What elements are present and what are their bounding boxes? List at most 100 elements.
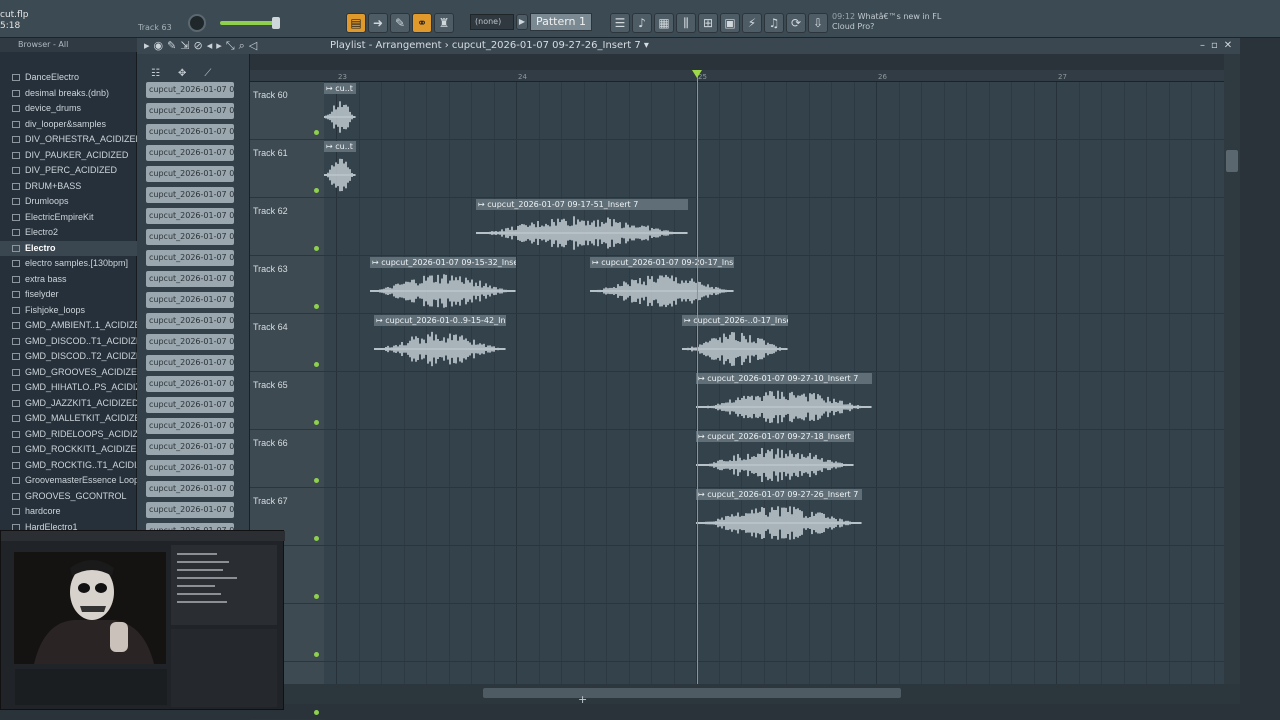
browser-item[interactable]: GMD_RIDELOOPS_ACIDIZED [0,427,137,443]
browser-item[interactable]: GMD_DISCOD..T1_ACIDIZED [0,334,137,350]
track-header[interactable]: Track 62 [250,198,324,256]
tempo-icon[interactable]: ♫ [764,13,784,33]
pattern-song-icon[interactable]: ▤ [346,13,366,33]
picker-clip[interactable]: cupcut_2026-01-07 09-1.. [146,376,234,392]
picker-clip[interactable]: cupcut_2026-01-07 09-1.. [146,355,234,371]
track-header[interactable]: Track 63 [250,256,324,314]
picker-clip[interactable]: cupcut_2026-01-07 09-0.. [146,271,234,287]
link-icon[interactable]: ⚭ [412,13,432,33]
browser-item[interactable]: DIV_ORHESTRA_ACIDIZED [0,132,137,148]
track-mute-indicator[interactable] [314,130,319,135]
browser-item[interactable]: GMD_AMBIENT..1_ACIDIZED [0,318,137,334]
browser-item[interactable]: GMD_DISCOD..T2_ACIDIZED [0,349,137,365]
picker-clip[interactable]: cupcut_2026-01-07 09-0.. [146,124,234,140]
picker-clip[interactable]: cupcut_2026-01-07 09-0.. [146,208,234,224]
track-mute-indicator[interactable] [314,188,319,193]
plugin-icon[interactable]: ⊞ [698,13,718,33]
pencil-icon[interactable]: ✎ [390,13,410,33]
track-row[interactable] [324,198,1224,256]
picker-clip[interactable]: cupcut_2026-01-07 09-2.. [146,502,234,518]
master-pitch-knob[interactable] [188,14,206,32]
browser-item[interactable]: hardcore [0,504,137,520]
vertical-scroll-thumb[interactable] [1226,150,1238,172]
news-panel[interactable]: 09:12 Whatâ€™s new in FL Cloud Pro? [832,12,944,34]
browser-item[interactable]: ElectricEmpireKit [0,210,137,226]
browser-item[interactable]: GMD_JAZZKIT1_ACIDIZED [0,396,137,412]
timeline-ruler[interactable]: 23 24 25 26 27 [250,70,1224,82]
audio-clip[interactable]: ↦ cupcut_2026-01-07 09-27-26_Insert 7 [696,489,862,545]
track-row[interactable] [324,662,1224,684]
track-row[interactable] [324,140,1224,198]
track-row[interactable] [324,604,1224,662]
browser-icon[interactable]: ▣ [720,13,740,33]
picker-clip[interactable]: cupcut_2026-01-07 09-0.. [146,166,234,182]
picker-clip[interactable]: cupcut_2026-01-07 09-1.. [146,397,234,413]
track-mute-indicator[interactable] [314,652,319,657]
snap-select[interactable]: (none) [470,14,514,30]
add-icon[interactable]: + [578,693,587,706]
plug-icon[interactable]: ⚡ [742,13,762,33]
audio-clip[interactable]: ↦ cupcut_2026-01-07 09-17-51_Insert 7 [476,199,688,255]
stamp-icon[interactable]: ♜ [434,13,454,33]
playlist-icon[interactable]: ☰ [610,13,630,33]
picker-clip[interactable]: cupcut_2026-01-07 09-0.. [146,250,234,266]
browser-item[interactable]: desimal breaks.(dnb) [0,86,137,102]
picker-clip[interactable]: cupcut_2026-01-07 09-0.. [146,229,234,245]
track-mute-indicator[interactable] [314,304,319,309]
track-header[interactable]: Track 66 [250,430,324,488]
track-mute-indicator[interactable] [314,594,319,599]
track-header[interactable]: Track 65 [250,372,324,430]
audio-clip[interactable]: ↦ cupcut_2026-01-07 09-27-10_Insert 7 [696,373,872,429]
audio-clip[interactable]: ↦ cupcut_2026-01-07 09-15-32_Insert 7 [370,257,516,313]
playlist-grid[interactable]: ↦ cu..t 7 ↦ cu..t 7 ↦ cupcut_2026-01-07 09… [324,82,1224,684]
browser-item[interactable]: Drumloops [0,194,137,210]
piano-roll-icon[interactable]: ♪ [632,13,652,33]
arrow-icon[interactable]: ➜ [368,13,388,33]
browser-item[interactable]: GMD_GROOVES_ACIDIZED [0,365,137,381]
browser-item[interactable]: Electro [0,240,137,256]
volume-handle[interactable] [272,17,280,29]
browser-item[interactable]: DIV_PAUKER_ACIDIZED [0,148,137,164]
browser-item[interactable]: extra bass [0,272,137,288]
browser-item[interactable]: GroovemasterEssence Loops [0,473,137,489]
picker-clip[interactable]: cupcut_2026-01-07 09-1.. [146,460,234,476]
track-mute-indicator[interactable] [314,478,319,483]
browser-item[interactable]: fiselyder [0,287,137,303]
browser-item[interactable]: div_looper&samples [0,117,137,133]
track-header[interactable]: Track 64 [250,314,324,372]
browser-item[interactable]: GROOVES_GCONTROL [0,489,137,505]
audio-clip[interactable]: ↦ cu..t 7 [324,83,356,139]
track-header[interactable]: Track 61 [250,140,324,198]
picker-clip[interactable]: cupcut_2026-01-07 09-1.. [146,418,234,434]
picker-clip[interactable]: cupcut_2026-01-07 08-4.. [146,103,234,119]
track-mute-indicator[interactable] [314,362,319,367]
mixer-icon[interactable]: ⫼ [676,13,696,33]
browser-item[interactable]: GMD_MALLETKIT_ACIDIZED [0,411,137,427]
picker-clip[interactable]: cupcut_2026-01-07 09-0.. [146,145,234,161]
track-row[interactable] [324,546,1224,604]
audio-clip[interactable]: ↦ cupcut_2026-01-07 09-27-18_Insert 7 [696,431,854,487]
browser-item[interactable]: GMD_ROCKTIG..T1_ACIDIZED [0,458,137,474]
audio-clip[interactable]: ↦ cupcut_2026-01-0..9-15-42_Insert 7 [374,315,506,371]
pattern-selector[interactable]: Pattern 1 [530,13,592,31]
track-header[interactable]: Track 60 [250,82,324,140]
browser-item[interactable]: DRUM+BASS [0,179,137,195]
record-icon[interactable]: ⟳ [786,13,806,33]
playhead-marker[interactable] [692,70,702,78]
audio-clip[interactable]: ↦ cu..t 7 [324,141,356,197]
browser-item[interactable]: Electro2 [0,225,137,241]
browser-item[interactable]: DIV_PERC_ACIDIZED [0,163,137,179]
window-controls[interactable]: –▫✕ [1200,40,1238,51]
picker-clip[interactable]: cupcut_2026-01-07 09-1.. [146,439,234,455]
browser-item[interactable]: Fishjoke_loops [0,303,137,319]
master-volume-slider[interactable] [220,21,278,25]
picker-clip[interactable]: cupcut_2026-01-07 09-0.. [146,292,234,308]
picker-clip[interactable]: cupcut_2026-01-07 09-0.. [146,187,234,203]
picker-clip[interactable]: cupcut_2026-01-07 09-1.. [146,313,234,329]
channel-rack-icon[interactable]: ▦ [654,13,674,33]
track-mute-indicator[interactable] [314,536,319,541]
track-mute-indicator[interactable] [314,710,319,715]
browser-item[interactable]: device_drums [0,101,137,117]
picker-clip[interactable]: cupcut_2026-01-07 09-1.. [146,334,234,350]
audio-clip[interactable]: ↦ cupcut_2026-01-07 09-20-17_Insert 7 [590,257,734,313]
